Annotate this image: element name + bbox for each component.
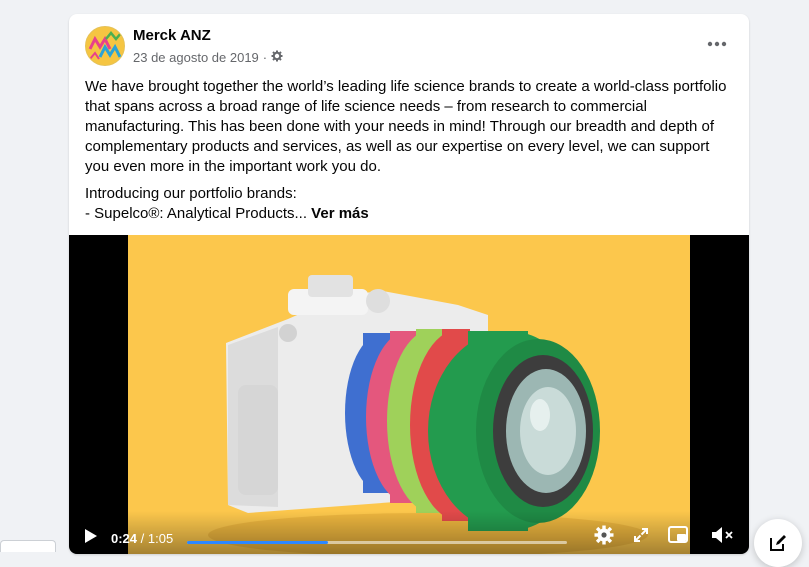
- post-paragraph: We have brought together the world’s lea…: [85, 78, 727, 175]
- post-meta: 23 de agosto de 2019 ·: [133, 50, 283, 65]
- see-more-link[interactable]: Ver más: [311, 205, 369, 222]
- progress-bar[interactable]: [187, 541, 567, 544]
- fullscreen-button[interactable]: [631, 525, 651, 545]
- duration: 1:05: [147, 531, 174, 546]
- post-card: Merck ANZ 23 de agosto de 2019 · We have…: [69, 14, 749, 554]
- page-name[interactable]: Merck ANZ: [133, 27, 211, 44]
- gear-icon[interactable]: [271, 50, 283, 65]
- fullscreen-icon: [634, 528, 648, 542]
- compose-button[interactable]: [754, 519, 802, 567]
- more-options-icon: [707, 41, 727, 47]
- post-text: We have brought together the world’s lea…: [85, 77, 733, 224]
- camera-image: [128, 235, 690, 554]
- post-header: Merck ANZ 23 de agosto de 2019 ·: [69, 14, 749, 76]
- time-separator: /: [140, 531, 145, 546]
- settings-icon: [594, 525, 614, 545]
- video-frame[interactable]: [128, 235, 690, 554]
- post-truncated-line: - Supelco®: Analytical Products... Ver m…: [85, 204, 733, 224]
- mute-button[interactable]: [709, 524, 737, 546]
- truncated-text: - Supelco®: Analytical Products...: [85, 205, 307, 222]
- left-edge-tab: [0, 540, 56, 552]
- muted-speaker-icon: [712, 527, 733, 543]
- picture-in-picture-icon: [668, 526, 688, 543]
- settings-button[interactable]: [593, 524, 615, 546]
- meta-separator: ·: [262, 50, 268, 65]
- play-button[interactable]: [81, 525, 101, 547]
- post-paragraph: Introducing our portfolio brands:: [85, 185, 297, 202]
- play-icon: [85, 529, 97, 543]
- more-options-button[interactable]: [699, 30, 735, 58]
- video-time: 0:24 / 1:05: [111, 531, 173, 546]
- merck-logo-icon: [86, 27, 124, 65]
- post-date[interactable]: 23 de agosto de 2019: [133, 50, 259, 65]
- progress-fill: [187, 541, 328, 544]
- compose-icon: [770, 535, 786, 551]
- video-controls: 0:24 / 1:05: [69, 511, 749, 554]
- current-time: 0:24: [111, 531, 138, 546]
- avatar[interactable]: [85, 26, 125, 66]
- video-player[interactable]: 0:24 / 1:05: [69, 235, 749, 554]
- pip-button[interactable]: [667, 524, 689, 546]
